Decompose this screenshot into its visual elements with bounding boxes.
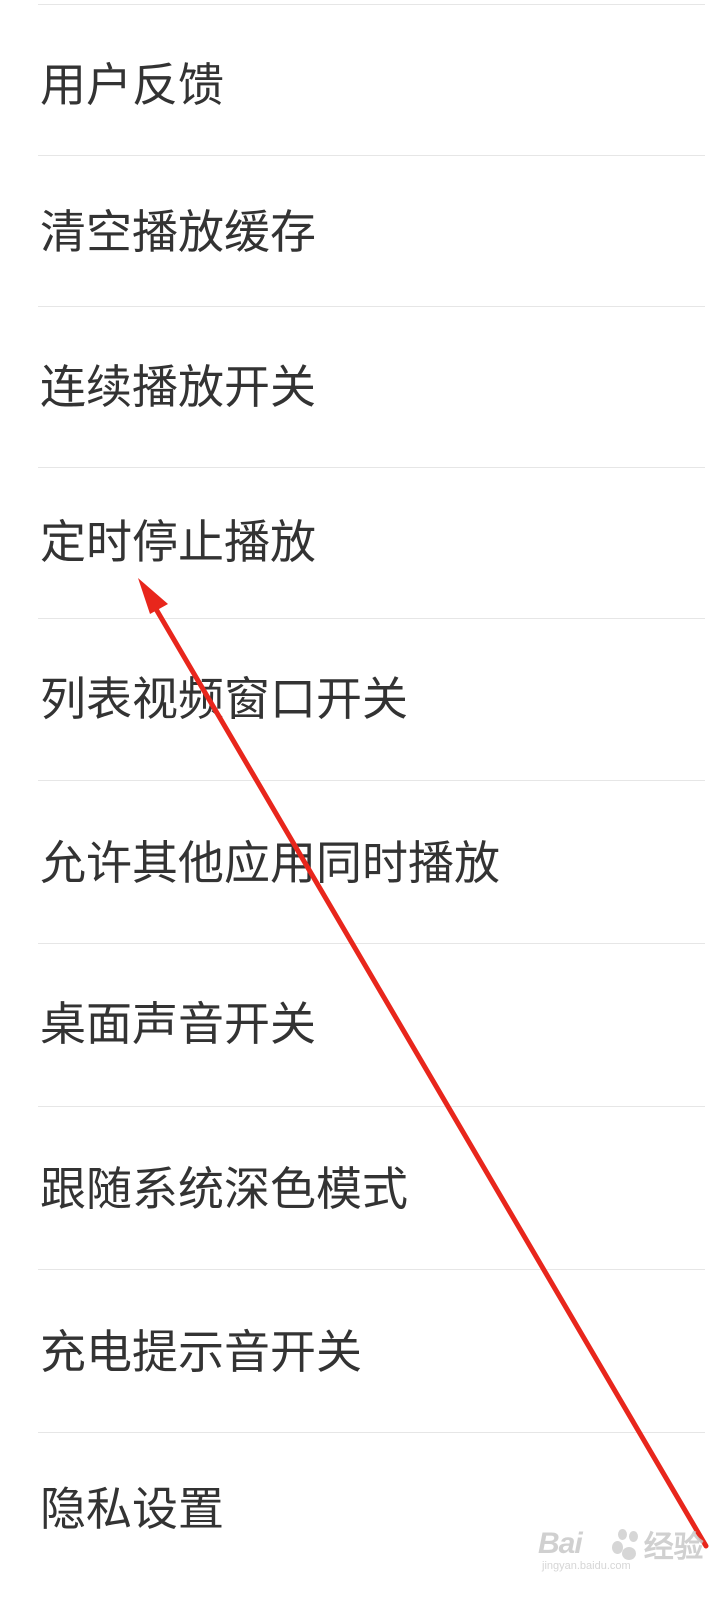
settings-item-desktop-sound[interactable]: 桌面声音开关 (0, 944, 719, 1106)
settings-item-allow-other-apps[interactable]: 允许其他应用同时播放 (0, 781, 719, 943)
settings-item-label: 跟随系统深色模式 (40, 1162, 408, 1216)
settings-item-label: 桌面声音开关 (40, 997, 316, 1051)
settings-item-label: 允许其他应用同时播放 (40, 836, 500, 890)
settings-item-label: 定时停止播放 (40, 515, 316, 569)
settings-item-clear-play-cache[interactable]: 清空播放缓存 (0, 156, 719, 306)
settings-item-label: 清空播放缓存 (40, 205, 316, 259)
settings-item-privacy[interactable]: 隐私设置 (0, 1433, 719, 1600)
settings-item-label: 连续播放开关 (40, 360, 316, 414)
settings-item-label: 隐私设置 (40, 1482, 224, 1536)
settings-item-charging-sound[interactable]: 充电提示音开关 (0, 1270, 719, 1432)
settings-item-continuous-play[interactable]: 连续播放开关 (0, 307, 719, 467)
settings-item-user-feedback[interactable]: 用户反馈 (0, 5, 719, 155)
settings-item-label: 充电提示音开关 (40, 1325, 362, 1379)
settings-item-label: 用户反馈 (40, 58, 224, 112)
settings-item-follow-dark-mode[interactable]: 跟随系统深色模式 (0, 1107, 719, 1269)
settings-item-label: 列表视频窗口开关 (40, 672, 408, 726)
settings-item-timed-stop[interactable]: 定时停止播放 (0, 468, 719, 618)
settings-item-list-video-window[interactable]: 列表视频窗口开关 (0, 619, 719, 780)
settings-list: 用户反馈 清空播放缓存 连续播放开关 定时停止播放 列表视频窗口开关 允许其他应… (0, 0, 719, 1600)
